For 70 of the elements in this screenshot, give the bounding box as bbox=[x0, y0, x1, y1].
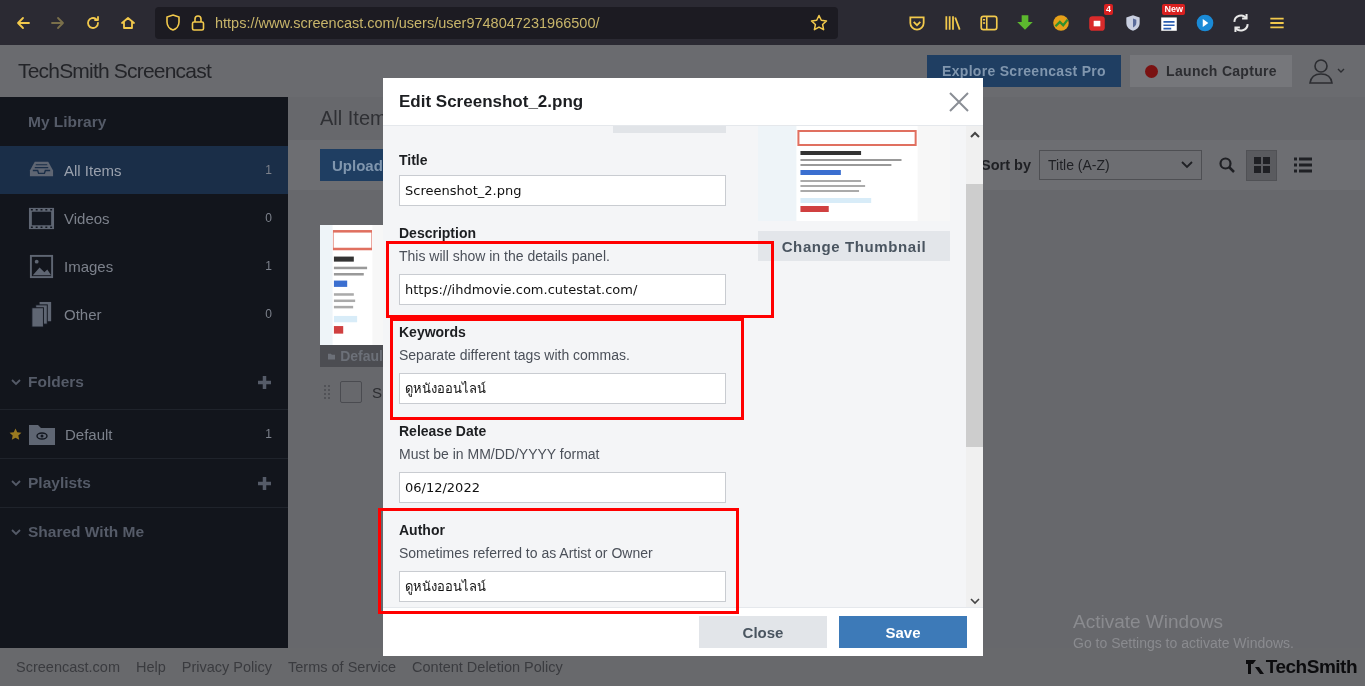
change-thumbnail-button[interactable]: Change Thumbnail bbox=[758, 231, 950, 261]
footer-logo: TechSmith bbox=[1265, 656, 1357, 678]
sidebar-item[interactable]: Videos 0 bbox=[0, 194, 288, 242]
close-icon[interactable] bbox=[949, 91, 969, 112]
sidebar-item[interactable]: All Items 1 bbox=[0, 146, 288, 194]
save-button[interactable]: Save bbox=[839, 616, 967, 648]
url-text: https://www.screencast.com/users/user9748047231966500/ bbox=[215, 14, 601, 31]
chevron-icon[interactable] bbox=[10, 477, 22, 489]
field-hint: Sometimes referred to as Artist or Owner bbox=[399, 544, 653, 562]
sidebar-item[interactable]: Other 0 bbox=[0, 290, 288, 338]
add-icon[interactable] bbox=[257, 374, 272, 390]
add-icon[interactable] bbox=[257, 475, 272, 491]
image-icon bbox=[28, 252, 55, 280]
input-field[interactable]: https://ihdmovie.com.cutestat.com/ bbox=[399, 274, 726, 305]
folder-icon bbox=[28, 422, 56, 446]
sort-label: Sort by bbox=[981, 157, 1031, 173]
section-title[interactable]: Shared With Me bbox=[28, 523, 272, 541]
field-label: Keywords bbox=[399, 323, 466, 341]
item-name: S bbox=[372, 383, 382, 401]
search-icon[interactable] bbox=[1218, 156, 1236, 174]
extension-badge: 4 bbox=[1104, 3, 1113, 15]
section-title[interactable]: Playlists bbox=[28, 474, 251, 492]
chevron-icon[interactable] bbox=[10, 526, 22, 538]
address-bar[interactable]: https://www.screencast.com/users/user9748047231966500/ bbox=[155, 6, 838, 39]
item-count: 0 bbox=[265, 211, 272, 225]
upload-button[interactable]: Upload bbox=[320, 149, 383, 181]
grid-view-button[interactable] bbox=[1246, 149, 1277, 181]
field-label: Author bbox=[399, 521, 445, 539]
item-count: 0 bbox=[265, 307, 272, 321]
field-label: Title bbox=[399, 151, 428, 169]
play-circle-icon[interactable] bbox=[1195, 12, 1215, 33]
explore-pro-button[interactable]: Explore Screencast Pro bbox=[927, 55, 1121, 87]
star-icon[interactable] bbox=[9, 427, 22, 441]
field-hint: Separate different tags with commas. bbox=[399, 346, 630, 364]
padlock-icon[interactable] bbox=[191, 13, 205, 32]
launch-capture-button[interactable]: Launch Capture bbox=[1130, 55, 1292, 87]
sync-icon[interactable] bbox=[1231, 12, 1251, 33]
input-field[interactable]: 06/12/2022 bbox=[399, 472, 726, 503]
reload-icon[interactable] bbox=[84, 13, 102, 32]
input-field[interactable]: ดูหนังออนไลน์ bbox=[399, 571, 726, 602]
scroll-down-icon[interactable] bbox=[968, 595, 981, 607]
field-label: Release Date bbox=[399, 422, 487, 440]
shield-icon[interactable] bbox=[1123, 12, 1143, 33]
sidebar-heading: My Library bbox=[27, 111, 108, 132]
field-label: Description bbox=[399, 224, 476, 242]
checkbox[interactable] bbox=[340, 381, 362, 403]
scrollbar[interactable] bbox=[966, 126, 983, 607]
chevron-icon[interactable] bbox=[10, 376, 22, 388]
user-avatar-icon[interactable] bbox=[1309, 57, 1347, 85]
item-count: 1 bbox=[265, 163, 272, 177]
field-hint: This will show in the details panel. bbox=[399, 247, 610, 265]
dialog-title: Edit Screenshot_2.png bbox=[399, 91, 584, 112]
caret-icon[interactable] bbox=[1181, 161, 1193, 169]
sort-dropdown[interactable]: Title (A-Z) bbox=[1039, 150, 1202, 180]
sidebar-item[interactable]: Images 1 bbox=[0, 242, 288, 290]
grid-icon bbox=[1252, 156, 1271, 174]
item-count: 1 bbox=[265, 427, 272, 441]
logo-mark-icon bbox=[1245, 659, 1264, 675]
seo-badge-icon[interactable] bbox=[1051, 12, 1071, 33]
shield-icon[interactable] bbox=[165, 13, 181, 32]
star-icon[interactable] bbox=[810, 13, 828, 32]
folder-item[interactable]: Default 1 bbox=[0, 409, 288, 458]
extension-badge: New bbox=[1162, 3, 1185, 15]
input-field[interactable]: ดูหนังออนไลน์ bbox=[399, 373, 726, 404]
list-icon bbox=[1293, 157, 1312, 173]
close-button[interactable]: Close bbox=[699, 616, 827, 648]
item-count: 1 bbox=[265, 259, 272, 273]
input-field[interactable]: Screenshot_2.png bbox=[399, 175, 726, 206]
section-title[interactable]: Folders bbox=[28, 373, 251, 391]
field-hint: Must be in MM/DD/YYYY format bbox=[399, 445, 600, 463]
